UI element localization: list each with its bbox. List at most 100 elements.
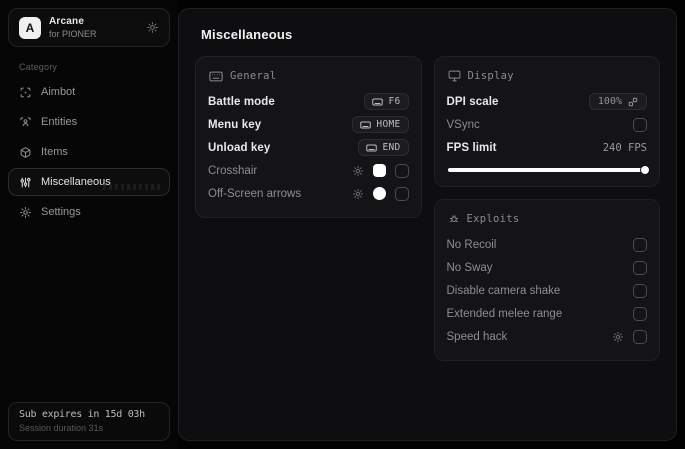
setting-row-disable-camera-shake: Disable camera shake: [446, 279, 647, 302]
display-card: Display DPI scale 100% VSync FPS limit 2…: [433, 56, 660, 187]
general-card: General Battle mode F6 Menu key HOME Unl…: [195, 56, 422, 218]
fps-slider-fill: [447, 168, 644, 172]
dpi-scale-select[interactable]: 100%: [588, 93, 647, 110]
setting-label: Menu key: [208, 118, 262, 131]
setting-label: Speed hack: [446, 330, 508, 343]
exploits-card-title: Exploits: [466, 213, 520, 225]
main-panel: Miscellaneous General Battle mode F6 Men…: [178, 8, 677, 441]
entities-icon: [19, 116, 32, 129]
setting-row-fps-limit: FPS limit 240 FPS: [447, 136, 648, 159]
subscription-status: Sub expires in 15d 03h Session duration …: [8, 402, 170, 441]
keybind-value: F6: [388, 96, 401, 107]
keyboard-icon: [209, 71, 223, 82]
setting-row-unload-key: Unload key END: [208, 136, 409, 159]
setting-label: No Recoil: [446, 238, 497, 251]
app-meta: Arcane for PIONER: [49, 16, 97, 39]
setting-row-dpi-scale: DPI scale 100%: [446, 90, 647, 113]
setting-label: Extended melee range: [446, 307, 563, 320]
fps-limit-slider[interactable]: [447, 166, 649, 174]
page-title: Miscellaneous: [201, 27, 293, 42]
setting-row-battle-mode: Battle mode F6: [208, 90, 409, 113]
crosshair-settings-gear-icon[interactable]: [352, 165, 364, 177]
keybind-value: END: [382, 142, 401, 153]
exploits-card: Exploits No Recoil No Sway Disable camer…: [433, 199, 660, 361]
aimbot-icon: [19, 86, 32, 99]
app-header: A Arcane for PIONER: [8, 8, 170, 47]
sidebar-item-label: Items: [41, 146, 68, 158]
offscreen-arrows-settings-gear-icon[interactable]: [352, 188, 364, 200]
setting-row-extended-melee-range: Extended melee range: [446, 302, 647, 325]
extended-melee-range-checkbox[interactable]: [633, 306, 647, 321]
sidebar-item-label: Settings: [41, 206, 81, 218]
fps-slider-thumb[interactable]: [641, 166, 649, 174]
setting-label: Off-Screen arrows: [208, 187, 302, 200]
setting-label: Crosshair: [208, 164, 258, 177]
header-gear-icon[interactable]: [146, 21, 159, 34]
setting-label: FPS limit: [446, 141, 497, 154]
menu-key-keybind[interactable]: HOME: [352, 116, 409, 133]
sidebar-item-label: Entities: [41, 116, 78, 128]
setting-label: DPI scale: [446, 95, 499, 108]
disable-camera-shake-checkbox[interactable]: [633, 283, 647, 298]
app-logo: A: [19, 16, 41, 39]
sliders-icon: [19, 176, 32, 189]
app-subtitle: for PIONER: [49, 29, 97, 39]
sidebar-item-miscellaneous[interactable]: Miscellaneous: [8, 168, 170, 196]
setting-row-no-recoil: No Recoil: [446, 233, 647, 256]
display-card-title: Display: [467, 70, 514, 82]
setting-row-vsync: VSync: [446, 113, 647, 136]
battle-mode-keybind[interactable]: F6: [364, 93, 409, 110]
speed-hack-controls: [612, 329, 647, 344]
keybind-value: HOME: [376, 119, 401, 130]
setting-row-speed-hack: Speed hack: [446, 325, 647, 348]
left-column: General Battle mode F6 Menu key HOME Unl…: [195, 56, 422, 218]
items-icon: [19, 146, 32, 159]
sidebar-item-items[interactable]: Items: [8, 138, 170, 166]
right-column: Display DPI scale 100% VSync FPS limit 2…: [433, 56, 660, 361]
general-card-title: General: [230, 70, 277, 82]
sidebar: A Arcane for PIONER Category Aimbot Enti…: [0, 0, 178, 449]
sidebar-item-label: Aimbot: [41, 86, 76, 98]
scale-icon: [628, 97, 638, 107]
crosshair-checkbox[interactable]: [394, 163, 409, 178]
no-recoil-checkbox[interactable]: [633, 237, 647, 252]
offscreen-arrows-controls: [352, 186, 409, 201]
setting-row-menu-key: Menu key HOME: [208, 113, 409, 136]
sidebar-nav: Aimbot Entities Items Miscellaneous Sett…: [8, 78, 170, 226]
content-columns: General Battle mode F6 Menu key HOME Unl…: [193, 56, 662, 361]
gear-icon: [19, 206, 32, 219]
offscreen-arrows-color-swatch[interactable]: [372, 187, 386, 200]
setting-label: Battle mode: [208, 95, 275, 108]
session-duration-text: Session duration 31s: [19, 423, 104, 433]
key-icon: [366, 144, 378, 152]
offscreen-arrows-checkbox[interactable]: [394, 186, 409, 201]
category-label: Category: [19, 62, 58, 72]
setting-label: VSync: [446, 118, 480, 131]
sidebar-item-label: Miscellaneous: [41, 176, 111, 188]
setting-row-offscreen-arrows: Off-Screen arrows: [208, 182, 409, 205]
setting-row-no-sway: No Sway: [446, 256, 647, 279]
exploits-card-header: Exploits: [448, 213, 648, 225]
no-sway-checkbox[interactable]: [633, 260, 647, 275]
speed-hack-checkbox[interactable]: [633, 329, 647, 344]
general-card-header: General: [209, 70, 409, 82]
speed-hack-settings-gear-icon[interactable]: [612, 331, 624, 343]
key-icon: [360, 121, 372, 129]
sidebar-item-aimbot[interactable]: Aimbot: [8, 78, 170, 106]
bug-icon: [448, 213, 460, 225]
key-icon: [372, 98, 384, 106]
setting-label: Unload key: [208, 141, 271, 154]
dpi-scale-value: 100%: [597, 96, 622, 107]
display-card-header: Display: [448, 70, 648, 82]
setting-label: No Sway: [446, 261, 493, 274]
vsync-checkbox[interactable]: [633, 117, 647, 132]
setting-row-crosshair: Crosshair: [208, 159, 409, 182]
sidebar-item-entities[interactable]: Entities: [8, 108, 170, 136]
crosshair-color-swatch[interactable]: [372, 164, 386, 177]
monitor-icon: [448, 70, 461, 82]
setting-label: Disable camera shake: [446, 284, 561, 297]
sidebar-item-settings[interactable]: Settings: [8, 198, 170, 226]
unload-key-keybind[interactable]: END: [358, 139, 409, 156]
fps-limit-value: 240 FPS: [602, 141, 647, 154]
app-title: Arcane: [49, 16, 85, 27]
